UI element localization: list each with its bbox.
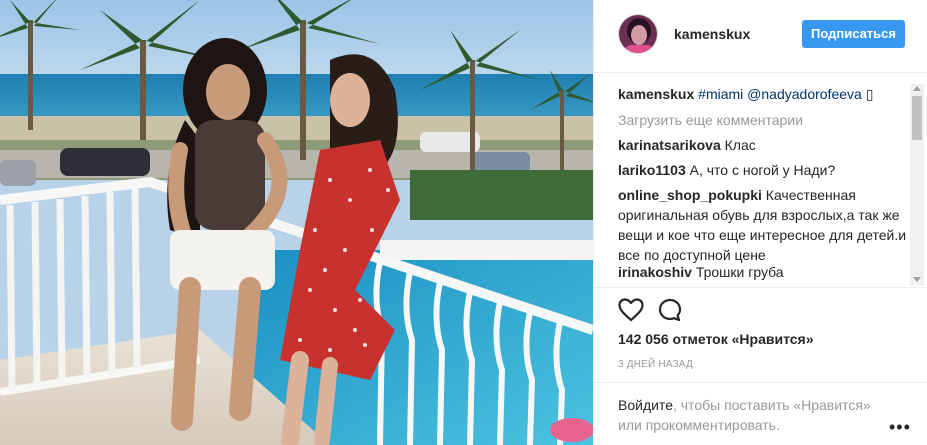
comment-item: lariko1103 А, что с ногой у Нади?: [618, 160, 908, 180]
comments-scrollbar[interactable]: [910, 84, 924, 286]
comment-item: irinakoshiv Трошки груба: [618, 262, 908, 282]
likes-count[interactable]: 142 056 отметок «Нравится»: [618, 331, 814, 347]
post-panel: kamenskux Подписаться kamenskux #miami @…: [593, 0, 927, 445]
post-time[interactable]: 3 ДНЕЙ НАЗАД: [618, 359, 693, 370]
post-photo[interactable]: [0, 0, 593, 445]
comment-item: online_shop_pokupki Качественная оригина…: [618, 185, 908, 265]
avatar[interactable]: [618, 14, 658, 54]
comment-icon[interactable]: [658, 298, 682, 325]
photo-image: [0, 0, 593, 445]
caption: kamenskux #miami @nadyadorofeeva ▯: [618, 84, 908, 104]
comment-text: Клас: [724, 137, 756, 153]
comment-text: Трошки груба: [695, 264, 784, 280]
more-options-icon[interactable]: •••: [889, 417, 911, 438]
post-actions: [594, 287, 927, 327]
scroll-thumb[interactable]: [912, 96, 922, 140]
login-prompt: Войдите, чтобы поставить «Нравится» или …: [618, 395, 878, 435]
caption-text[interactable]: #miami @nadyadorofeeva: [698, 86, 862, 102]
comment-item: karinatsarikova Клас: [618, 135, 908, 155]
username-link[interactable]: kamenskux: [674, 26, 750, 42]
caption-username[interactable]: kamenskux: [618, 86, 694, 102]
load-more-comments[interactable]: Загрузить еще комментарии: [618, 110, 803, 130]
caption-emoji: ▯: [865, 86, 874, 102]
post-footer: Войдите, чтобы поставить «Нравится» или …: [594, 382, 927, 445]
login-link[interactable]: Войдите: [618, 397, 673, 413]
post-header: kamenskux Подписаться: [594, 0, 927, 73]
comments-list: kamenskux #miami @nadyadorofeeva ▯ Загру…: [594, 82, 927, 287]
comment-username[interactable]: lariko1103: [618, 162, 686, 178]
scroll-down-arrow-icon[interactable]: [913, 277, 921, 282]
avatar-image: [619, 15, 657, 53]
heart-icon[interactable]: [618, 298, 644, 325]
follow-button[interactable]: Подписаться: [802, 20, 905, 48]
scroll-up-arrow-icon[interactable]: [913, 86, 921, 91]
comment-username[interactable]: irinakoshiv: [618, 264, 692, 280]
comment-username[interactable]: karinatsarikova: [618, 137, 721, 153]
comment-username[interactable]: online_shop_pokupki: [618, 187, 762, 203]
comment-text: А, что с ногой у Нади?: [689, 162, 836, 178]
